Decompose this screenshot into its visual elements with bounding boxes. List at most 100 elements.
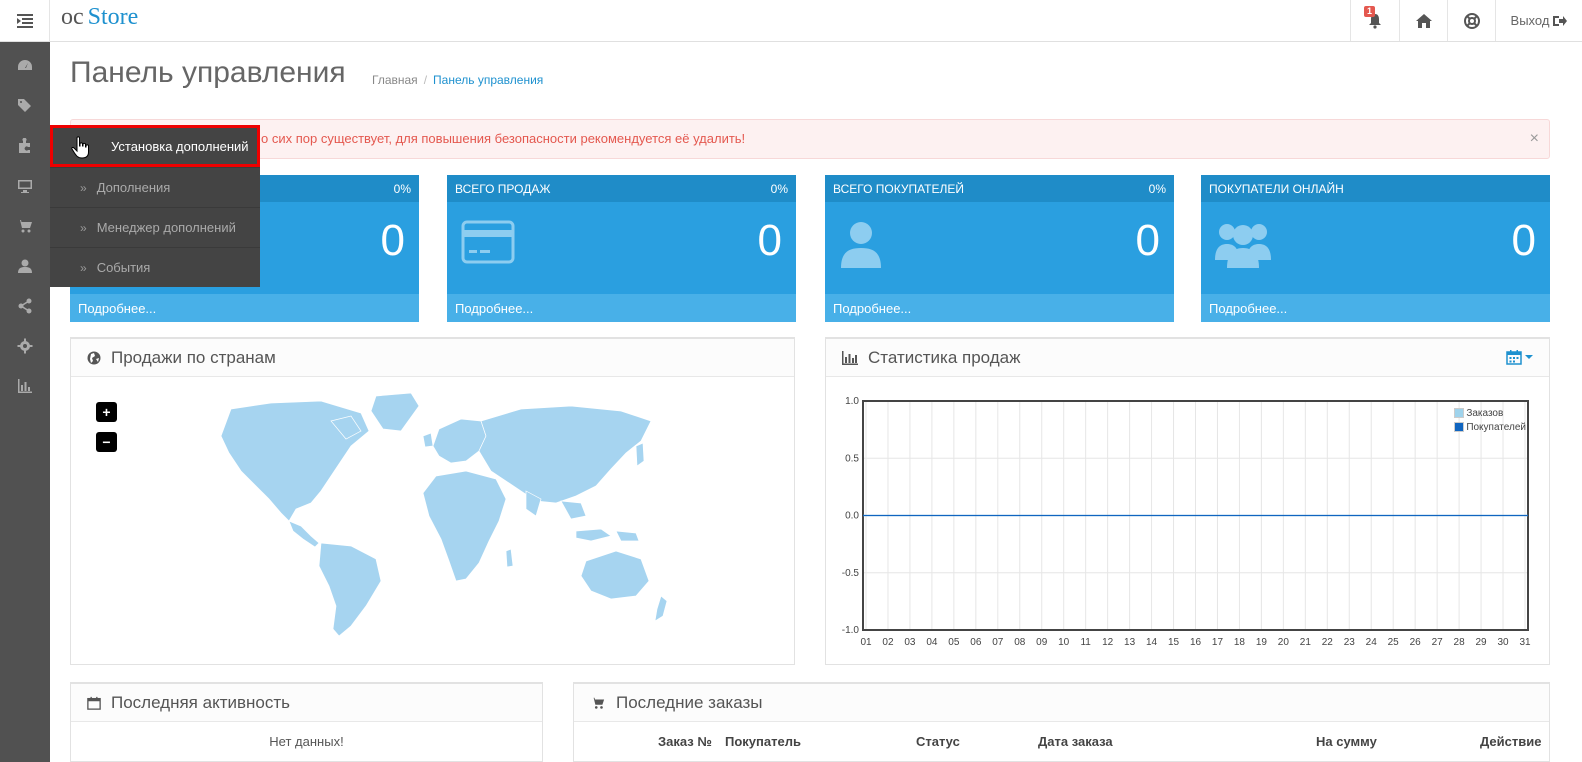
flyout-title-installer[interactable]: Установка дополнений [50,125,260,167]
logout-button[interactable]: Выход [1495,0,1582,41]
tile-more-label: Подробнее... [78,300,157,316]
extensions-flyout-menu: Установка дополнений » Дополнения » Менедж… [50,125,260,287]
double-angle-right-icon: » [80,220,87,235]
sign-out-icon [1553,15,1568,26]
cart-icon [17,220,32,233]
panel-title: Последние заказы [616,692,763,712]
menu-toggle-button[interactable] [0,0,50,41]
security-alert: о сих пор существует, для повышения безо… [70,119,1550,159]
flyout-item-extensions[interactable]: » Дополнения [50,167,260,207]
date-range-dropdown[interactable] [1506,349,1533,365]
dashboard-icon [18,60,32,70]
sidebar-item-dashboard[interactable] [0,46,50,86]
sidebar-item-reports[interactable] [0,366,50,406]
column-header-customer[interactable]: Покупатель [725,734,801,749]
sidebar [0,42,50,762]
sidebar-item-system[interactable] [0,326,50,366]
store-front-button[interactable] [1399,0,1447,41]
flyout-item-events[interactable]: » События [50,247,260,287]
map-zoom-out-button[interactable]: − [96,432,117,452]
tile-header: ВСЕГО ПОКУПАТЕЛЕЙ 0% [825,175,1174,202]
x-tick-label: 08 [1014,637,1026,648]
y-tick-label: 0.0 [845,511,859,522]
calendar-icon [87,696,101,710]
column-header-order-id[interactable]: Заказ № [658,734,712,749]
sidebar-item-sales[interactable] [0,206,50,246]
tile-more-label: Подробнее... [455,300,534,316]
latest-orders-panel: Последние заказы Заказ № Покупатель Стат… [573,682,1550,762]
puzzle-icon [19,138,30,153]
sidebar-item-customers[interactable] [0,246,50,286]
x-tick-label: 07 [992,637,1004,648]
user-icon [841,222,881,268]
breadcrumb-home-link[interactable]: Главная [372,73,418,87]
panel-header: Статистика продаж [826,339,1549,377]
tile-more-label: Подробнее... [1209,300,1288,316]
gear-icon [17,338,33,354]
breadcrumb: Главная / Панель управления [372,73,543,87]
y-tick-label: -0.5 [842,568,860,579]
x-tick-label: 16 [1190,637,1202,648]
share-icon [18,298,32,314]
flyout-item-label: Менеджер дополнений [96,220,236,235]
breadcrumb-current-link[interactable]: Панель управления [433,73,543,87]
tile-more-link[interactable]: Подробнее... [1201,294,1550,322]
tile-body: 0 [1201,202,1550,294]
tile-percent: 0% [393,181,411,196]
tile-value: 0 [757,216,782,265]
flyout-item-extension-manager[interactable]: » Менеджер дополнений [50,207,260,247]
tile-more-link[interactable]: Подробнее... [447,294,796,322]
legend-label: Заказов [1466,407,1504,419]
logo-prefix: oc [61,4,84,30]
indent-icon [16,13,33,28]
alert-close-button[interactable]: × [1530,130,1539,148]
x-tick-label: 22 [1322,637,1334,648]
tile-more-link[interactable]: Подробнее... [70,294,419,322]
sidebar-item-extensions[interactable] [0,126,50,166]
top-header: oc Store 1 Выход [0,0,1582,42]
sales-stats-panel: Статистика продаж 01 02 03 04 05 06 07 08 09 10 11… [825,337,1550,665]
sidebar-item-catalog[interactable] [0,86,50,126]
credit-card-icon [461,220,515,264]
column-header-date[interactable]: Дата заказа [1038,734,1113,749]
tile-header: ВСЕГО ПРОДАЖ 0% [447,175,796,202]
x-tick-label: 28 [1454,637,1466,648]
x-tick-label: 20 [1278,637,1290,648]
x-tick-label: 03 [904,637,916,648]
flyout-item-label: Дополнения [96,180,171,195]
sidebar-item-marketing[interactable] [0,286,50,326]
logo-name: Store [87,4,139,30]
hand-cursor-icon [71,136,89,159]
x-tick-label: 15 [1168,637,1180,648]
tile-title: ВСЕГО ПРОДАЖ [455,181,551,196]
column-header-action: Действие [1480,734,1542,749]
desktop-icon [18,180,32,193]
x-tick-label: 14 [1146,637,1158,648]
tile-more-link[interactable]: Подробнее... [825,294,1174,322]
panel-title: Продажи по странам [111,347,276,367]
tile-percent: 0% [770,181,788,196]
double-angle-right-icon: » [80,180,87,195]
notifications-button[interactable]: 1 [1350,0,1399,41]
panel-header: Продажи по странам [71,339,794,377]
sidebar-item-design[interactable] [0,166,50,206]
map-zoom-in-button[interactable]: + [96,402,117,422]
tile-customers-online: ПОКУПАТЕЛИ ОНЛАЙН 0 Подробнее... [1201,175,1550,322]
x-tick-label: 27 [1432,637,1444,648]
x-tick-label: 01 [860,637,872,648]
x-tick-label: 06 [970,637,982,648]
column-header-total[interactable]: На сумму [1316,734,1377,749]
tile-more-label: Подробнее... [833,300,912,316]
tile-body: 0 [447,202,796,294]
tile-title: ПОКУПАТЕЛИ ОНЛАЙН [1209,181,1344,196]
x-tick-label: 02 [882,637,894,648]
tile-header: ПОКУПАТЕЛИ ОНЛАЙН [1201,175,1550,202]
x-tick-label: 11 [1080,637,1091,648]
x-tick-label: 29 [1476,637,1488,648]
double-angle-right-icon: » [80,260,87,275]
column-header-status[interactable]: Статус [916,734,960,749]
tile-body: 0 [825,202,1174,294]
help-button[interactable] [1447,0,1495,41]
logo[interactable]: oc Store [61,4,138,31]
world-map[interactable] [211,391,671,641]
